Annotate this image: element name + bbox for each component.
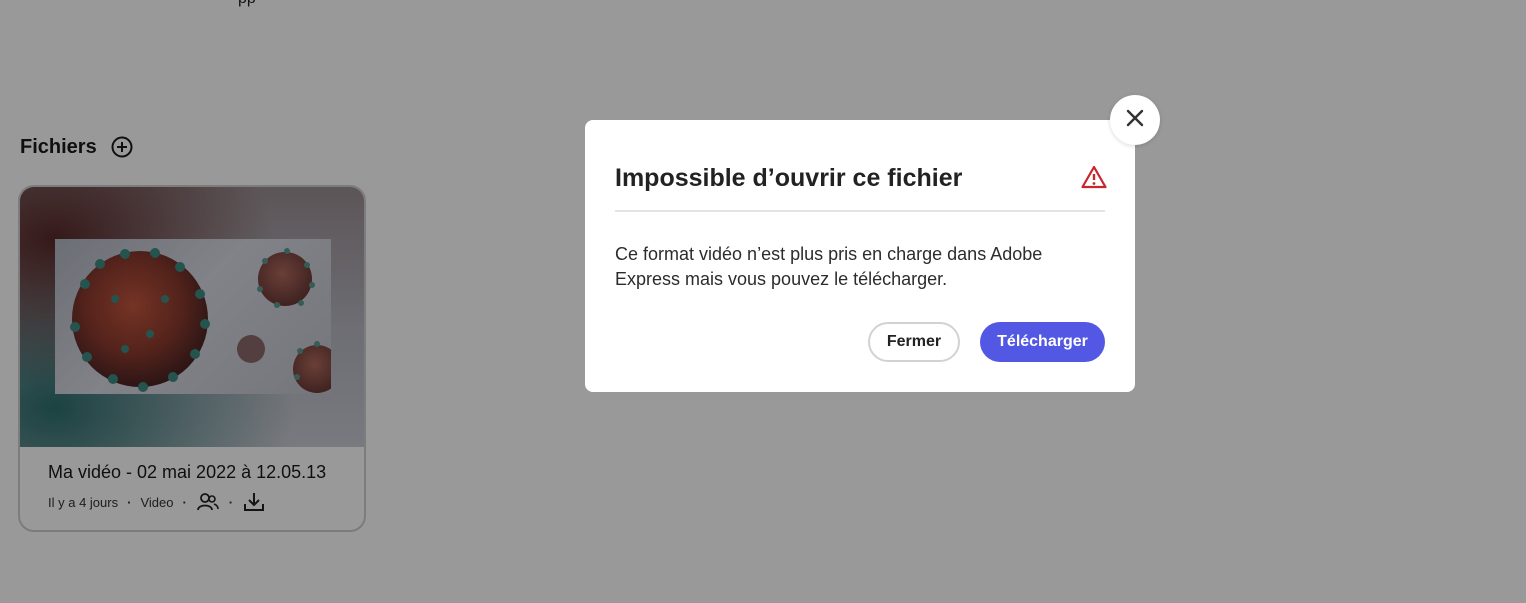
dialog-close-button[interactable] (1110, 95, 1160, 145)
dialog-title: Impossible d’ouvrir ce fichier (615, 164, 963, 192)
warning-icon (1081, 165, 1107, 189)
close-icon (1125, 108, 1145, 133)
download-button[interactable]: Télécharger (980, 322, 1105, 362)
error-dialog: Impossible d’ouvrir ce fichier Ce format… (585, 120, 1135, 392)
close-button[interactable]: Fermer (868, 322, 960, 362)
dialog-message: Ce format vidéo n’est plus pris en charg… (615, 244, 1043, 289)
dialog-divider (615, 210, 1105, 212)
